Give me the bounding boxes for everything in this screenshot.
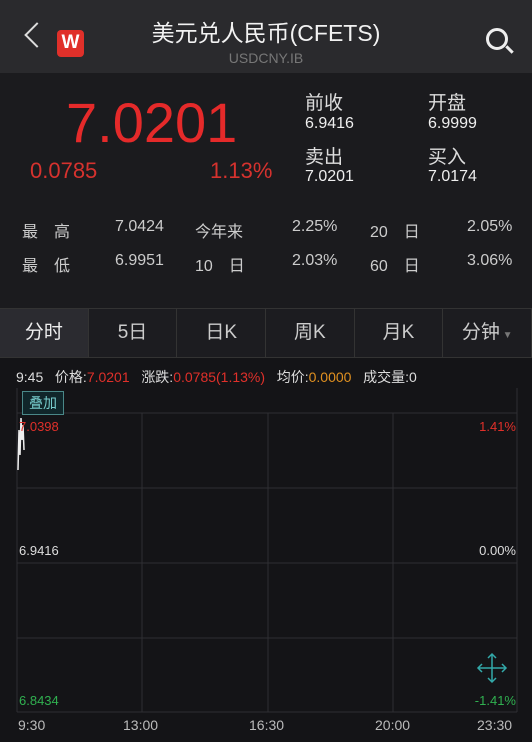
x-label: 16:30 (249, 717, 285, 733)
info-volume-label: 成交量: (363, 369, 409, 385)
d10-value: 2.03% (292, 252, 338, 269)
bid-label: 买入 (428, 147, 467, 168)
tab-5day[interactable]: 5日 (89, 309, 178, 357)
symbol-code: USDCNY.IB (228, 50, 304, 66)
period-tabs: 分时 5日 日K 周K 月K 分钟 ▼ (0, 308, 532, 358)
tab-intraday[interactable]: 分时 (0, 309, 89, 357)
tab-daily-k[interactable]: 日K (177, 309, 267, 357)
low-value: 6.9951 (115, 252, 164, 269)
d10-label: 10 日 (195, 258, 245, 275)
info-change-label: 涨跌: (141, 369, 174, 385)
ask-label: 卖出 (305, 147, 344, 168)
y-label-mid: 6.9416 (19, 543, 59, 558)
high-label: 最 高 (22, 224, 71, 241)
pct-label-mid: 0.00% (479, 543, 516, 558)
high-value: 7.0424 (115, 218, 164, 235)
pct-label-bottom: -1.41% (474, 693, 516, 708)
x-label: 13:00 (123, 717, 159, 733)
info-avg-label: 均价: (276, 369, 309, 385)
expand-icon (476, 652, 508, 684)
tab-monthly-k[interactable]: 月K (355, 309, 444, 357)
pct-label-top: 1.41% (479, 419, 516, 434)
low-label: 最 低 (22, 258, 71, 275)
d60-value: 3.06% (467, 252, 513, 269)
price-change-pct: 1.13% (210, 158, 273, 183)
open-label: 开盘 (428, 93, 467, 114)
header: W 美元兑人民币(CFETS) USDCNY.IB (0, 0, 532, 73)
d20-label: 20 日 (370, 224, 420, 241)
search-icon[interactable] (486, 28, 508, 50)
tab-minute[interactable]: 分钟 ▼ (443, 309, 532, 357)
info-avg: 0.0000 (308, 369, 352, 385)
bid-value: 7.0174 (428, 168, 477, 185)
info-time: 9:45 (16, 369, 44, 385)
prev-close-value: 6.9416 (305, 115, 354, 132)
info-change: 0.0785(1.13%) (173, 369, 266, 385)
y-label-top: 7.0398 (19, 419, 59, 434)
ytd-label: 今年来 (195, 224, 244, 241)
prev-close-label: 前收 (305, 93, 344, 114)
d20-value: 2.05% (467, 218, 513, 235)
ytd-value: 2.25% (292, 218, 338, 235)
info-price-label: 价格: (54, 369, 87, 385)
info-price: 7.0201 (86, 369, 130, 385)
tab-weekly-k[interactable]: 周K (266, 309, 355, 357)
info-volume: 0 (409, 369, 417, 385)
d60-label: 60 日 (370, 258, 420, 275)
intraday-chart[interactable] (0, 388, 532, 742)
overlay-button[interactable]: 叠加 (22, 391, 64, 415)
price-change: 0.0785 (30, 158, 98, 183)
ask-value: 7.0201 (305, 168, 354, 185)
tab-minute-label: 分钟 (461, 322, 500, 343)
x-label: 9:30 (18, 717, 46, 733)
x-label: 20:00 (375, 717, 411, 733)
crosshair-info: 9:45 价格:7.0201 涨跌:0.0785(1.13%) 均价:0.000… (16, 367, 417, 387)
open-value: 6.9999 (428, 115, 477, 132)
page-title: 美元兑人民币(CFETS) (151, 20, 381, 46)
y-label-bottom: 6.8434 (19, 693, 59, 708)
current-price: 7.0201 (66, 91, 238, 154)
grid-lines (16, 388, 518, 713)
dropdown-icon: ▼ (499, 330, 513, 341)
x-label: 23:30 (477, 717, 513, 733)
